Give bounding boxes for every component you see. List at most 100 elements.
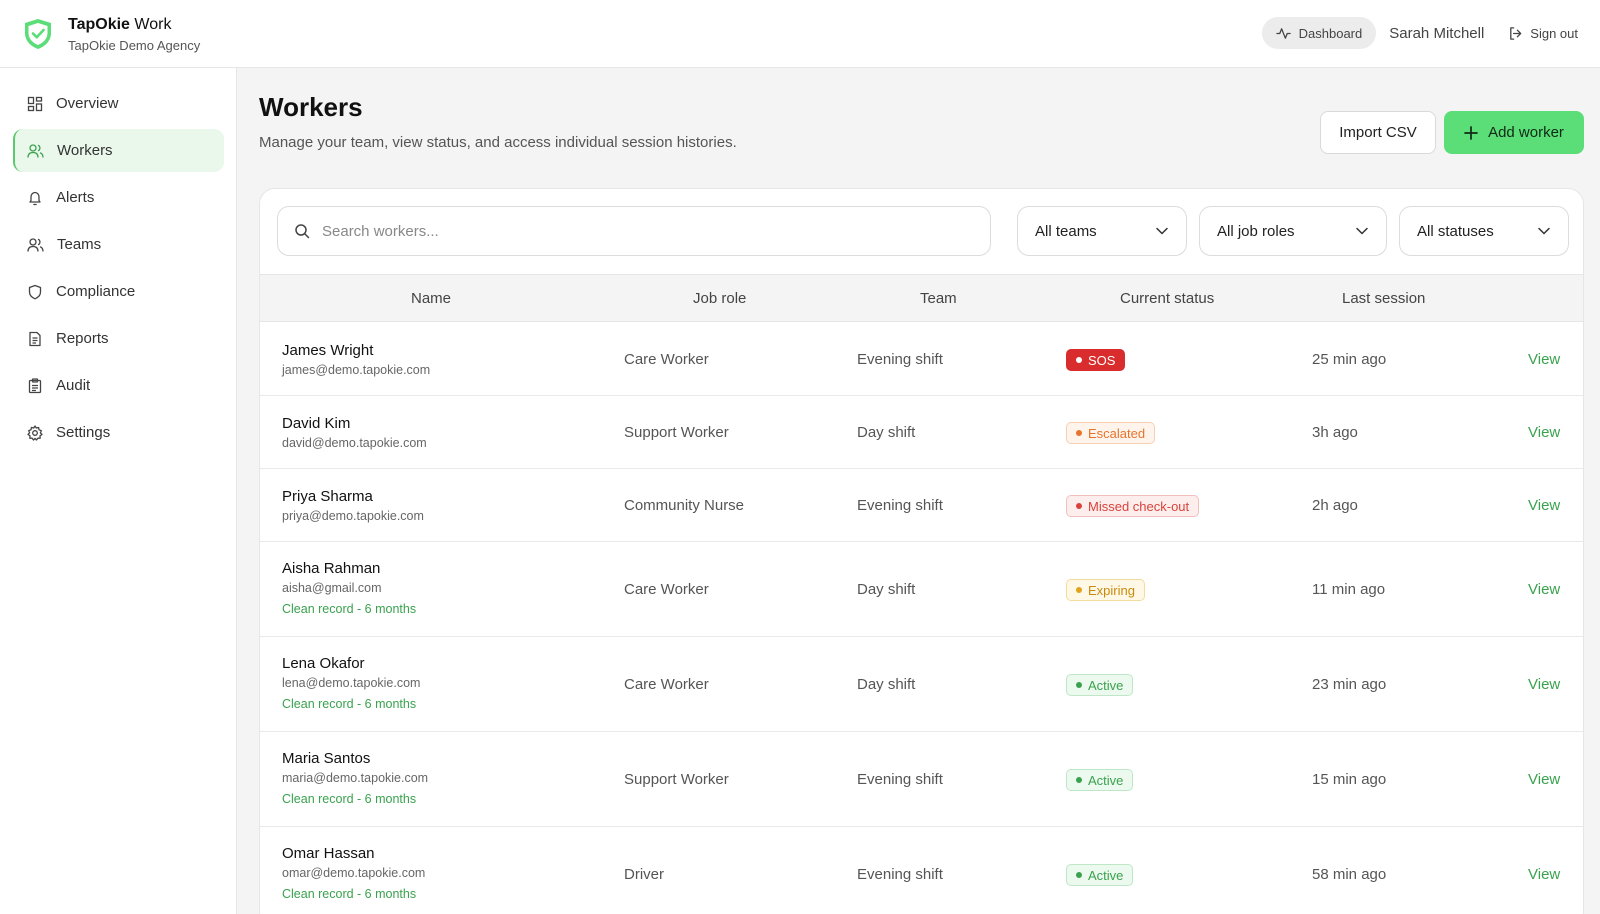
sidebar-item-overview[interactable]: Overview	[13, 82, 224, 125]
clipboard-icon	[28, 377, 42, 393]
users-icon	[27, 143, 44, 158]
status-badge: Missed check-out	[1066, 495, 1200, 517]
job-role: Care Worker	[624, 581, 709, 598]
table-row: David Kim david@demo.tapokie.com Support W…	[260, 396, 1583, 469]
worker-email: lena@demo.tapokie.com	[282, 676, 421, 690]
last-session: 58 min ago	[1312, 866, 1387, 883]
view-link[interactable]: View	[1528, 581, 1560, 598]
status-label: SOS	[1088, 352, 1116, 368]
job-role: Care Worker	[624, 351, 709, 368]
sidebar-item-label: Compliance	[56, 283, 136, 300]
view-link[interactable]: View	[1528, 424, 1560, 441]
status-label: Active	[1088, 867, 1124, 883]
status-dot	[1076, 503, 1082, 509]
status-badge: Escalated	[1066, 422, 1156, 444]
import-csv-button[interactable]: Import CSV	[1320, 111, 1436, 154]
last-session: 11 min ago	[1312, 581, 1386, 598]
sidebar-item-alerts[interactable]: Alerts	[13, 176, 224, 219]
dashboard-button[interactable]: Dashboard	[1261, 17, 1377, 49]
grid-icon	[27, 96, 43, 111]
search-input[interactable]	[322, 222, 962, 240]
status-badge: Expiring	[1066, 579, 1145, 601]
sidebar: Overview Workers Alerts Teams Compliance…	[0, 68, 237, 914]
last-session: 3h ago	[1312, 424, 1358, 441]
page-subtitle: Manage your team, view status, and acces…	[259, 134, 737, 151]
sidebar-item-reports[interactable]: Reports	[13, 317, 224, 360]
sidebar-item-settings[interactable]: Settings	[13, 411, 224, 454]
team: Evening shift	[857, 351, 943, 368]
worker-email: aisha@gmail.com	[282, 581, 382, 595]
team-filter-select[interactable]: All teams	[1017, 206, 1187, 256]
view-link[interactable]: View	[1528, 866, 1560, 883]
job-role: Support Worker	[624, 771, 729, 788]
view-link[interactable]: View	[1528, 771, 1560, 788]
view-link[interactable]: View	[1528, 351, 1560, 368]
team-filter-value: All teams	[1035, 222, 1097, 240]
job-role: Driver	[624, 866, 664, 883]
team: Evening shift	[857, 771, 943, 788]
clean-record-note: Clean record - 6 months	[282, 697, 417, 711]
worker-name[interactable]: Priya Sharma	[282, 488, 373, 505]
sidebar-item-label: Alerts	[56, 189, 95, 206]
status-label: Active	[1088, 677, 1124, 693]
document-icon	[29, 331, 41, 346]
status-badge: Active	[1066, 674, 1134, 696]
chevron-down-icon	[1156, 227, 1168, 235]
worker-name[interactable]: Aisha Rahman	[282, 560, 380, 577]
sidebar-item-label: Overview	[56, 95, 119, 112]
plus-icon	[1464, 125, 1478, 140]
gear-icon	[27, 424, 43, 441]
worker-email: david@demo.tapokie.com	[282, 436, 427, 450]
column-header-job-role[interactable]: Job role	[693, 290, 746, 307]
status-dot	[1076, 872, 1082, 878]
last-session: 15 min ago	[1312, 771, 1387, 788]
sign-out-button[interactable]: Sign out	[1508, 26, 1578, 41]
table-row: Lena Okafor lena@demo.tapokie.com Clean re…	[260, 637, 1583, 732]
last-session: 2h ago	[1312, 497, 1358, 514]
status-badge: Active	[1066, 864, 1134, 886]
worker-name[interactable]: Maria Santos	[282, 750, 370, 767]
status-filter-select[interactable]: All statuses	[1399, 206, 1569, 256]
job-role: Care Worker	[624, 676, 709, 693]
worker-name[interactable]: Omar Hassan	[282, 845, 375, 862]
view-link[interactable]: View	[1528, 497, 1560, 514]
sidebar-item-compliance[interactable]: Compliance	[13, 270, 224, 313]
status-badge: SOS	[1066, 349, 1126, 371]
team: Day shift	[857, 581, 916, 598]
user-name: Sarah Mitchell	[1389, 24, 1485, 42]
top-header: TapOkie Work TapOkie Demo Agency Dashboa…	[0, 0, 1600, 68]
shield-icon	[28, 284, 42, 299]
table-header: Name Job role Team Current status Last s…	[260, 274, 1583, 322]
dashboard-label: Dashboard	[1298, 25, 1363, 41]
worker-name[interactable]: James Wright	[282, 342, 373, 359]
agency-name: TapOkie Demo Agency	[68, 38, 201, 53]
page-title: Workers	[259, 92, 363, 122]
table-row: Maria Santos maria@demo.tapokie.com Clean …	[260, 732, 1583, 827]
add-worker-button[interactable]: Add worker	[1444, 111, 1584, 154]
worker-name[interactable]: Lena Okafor	[282, 655, 365, 672]
clean-record-note: Clean record - 6 months	[282, 792, 417, 806]
column-header-team[interactable]: Team	[920, 290, 957, 307]
status-dot	[1076, 777, 1082, 783]
column-header-name[interactable]: Name	[411, 290, 451, 307]
table-row: Aisha Rahman aisha@gmail.com Clean record …	[260, 542, 1583, 637]
team: Evening shift	[857, 866, 943, 883]
sidebar-item-label: Reports	[56, 330, 109, 347]
column-header-status[interactable]: Current status	[1120, 290, 1214, 307]
search-box[interactable]	[277, 206, 991, 256]
view-link[interactable]: View	[1528, 676, 1560, 693]
sidebar-item-label: Workers	[57, 142, 113, 159]
status-badge: Active	[1066, 769, 1134, 791]
table-row: James Wright james@demo.tapokie.com Care W…	[260, 323, 1583, 396]
role-filter-select[interactable]: All job roles	[1199, 206, 1387, 256]
column-header-last-session[interactable]: Last session	[1342, 290, 1425, 307]
status-label: Active	[1088, 772, 1124, 788]
sidebar-item-audit[interactable]: Audit	[13, 364, 224, 407]
sign-out-icon	[1510, 26, 1522, 40]
sidebar-item-workers[interactable]: Workers	[13, 129, 224, 172]
worker-name[interactable]: David Kim	[282, 415, 350, 432]
last-session: 25 min ago	[1312, 351, 1387, 368]
status-dot	[1076, 587, 1082, 593]
sidebar-item-label: Teams	[57, 236, 102, 253]
sidebar-item-teams[interactable]: Teams	[13, 223, 224, 266]
